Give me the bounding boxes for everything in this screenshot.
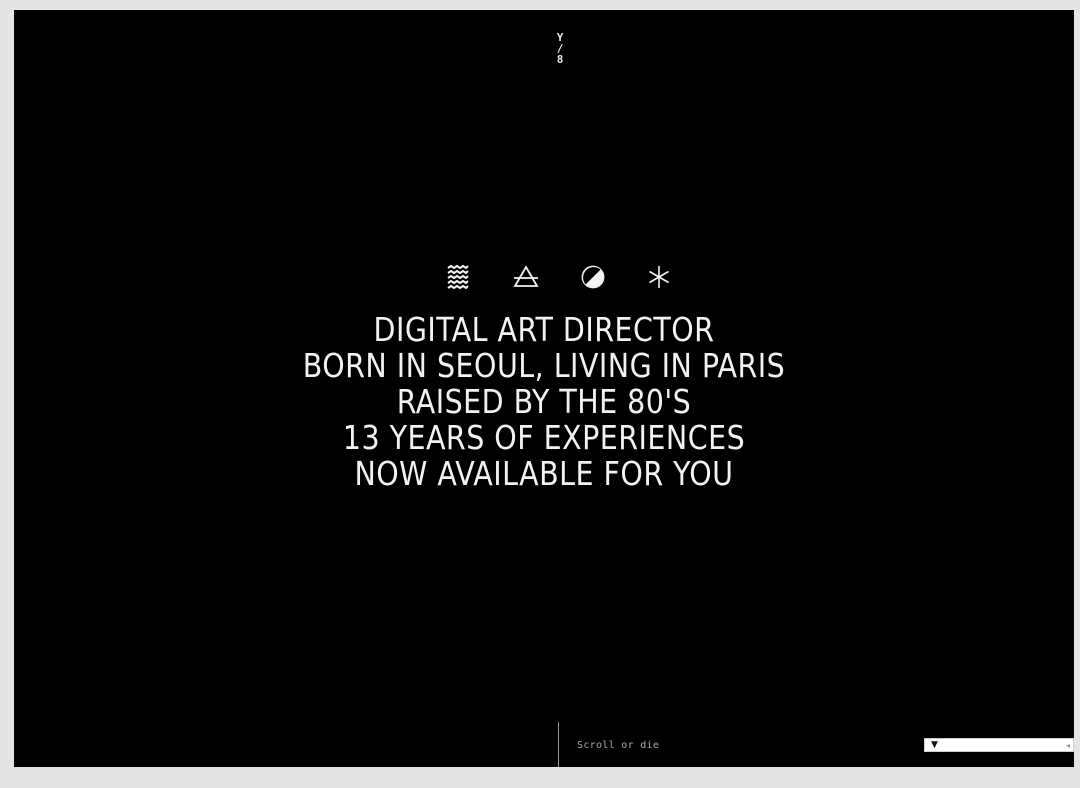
intro-headline: DIGITAL ART DIRECTOR BORN IN SEOUL, LIVI…	[35, 312, 1053, 492]
headline-line: BORN IN SEOUL, LIVING IN PARIS	[302, 346, 786, 385]
air-icon[interactable]	[513, 264, 539, 290]
page-frame: Y / 8 DIGITAL ART DIRECTOR BORN IN SEOUL…	[14, 10, 1074, 767]
element-icons-row	[14, 264, 1074, 292]
audio-player[interactable]: ▼ ◂	[924, 738, 1074, 752]
site-logo[interactable]: Y / 8	[554, 32, 566, 65]
scroll-divider-line	[558, 722, 559, 767]
scroll-hint: Scroll or die	[577, 740, 660, 751]
headline-line: DIGITAL ART DIRECTOR	[373, 310, 715, 349]
water-icon[interactable]	[445, 264, 471, 290]
headline-line: NOW AVAILABLE FOR YOU	[354, 454, 734, 493]
logo-char: 8	[556, 53, 564, 66]
player-volume-icon[interactable]: ◂	[1066, 740, 1070, 751]
asterisk-icon[interactable]	[646, 264, 672, 290]
half-moon-icon[interactable]	[580, 264, 606, 290]
headline-line: 13 YEARS OF EXPERIENCES	[342, 418, 746, 457]
player-toggle-button[interactable]: ▼	[931, 740, 938, 751]
headline-line: RAISED BY THE 80'S	[396, 382, 692, 421]
